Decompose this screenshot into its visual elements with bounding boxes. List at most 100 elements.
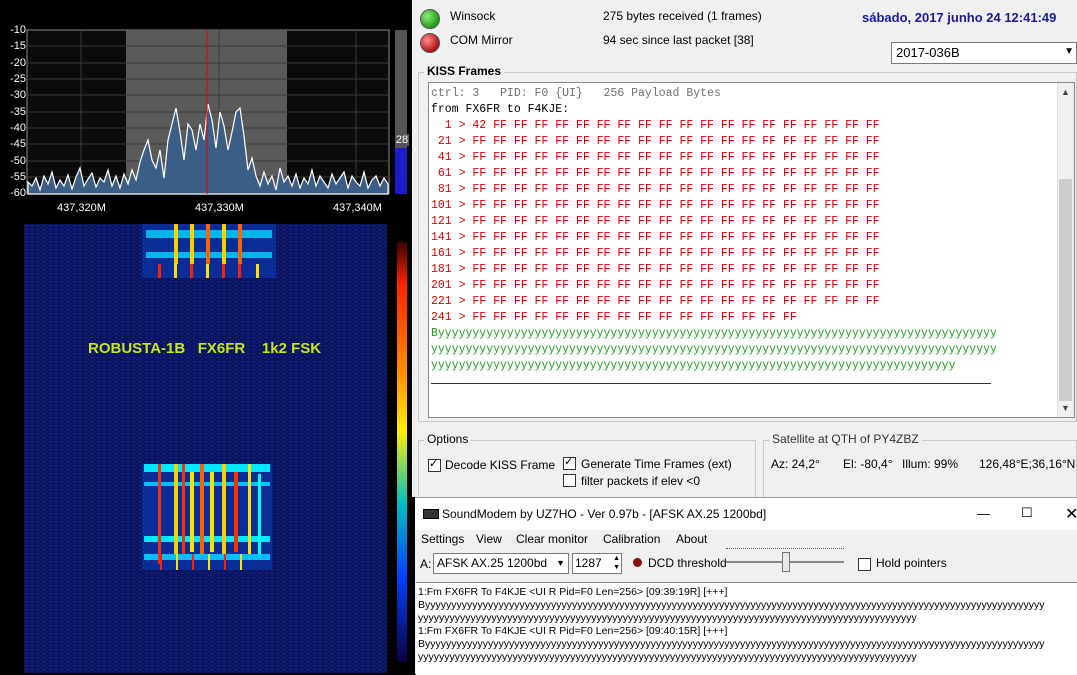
monitor-log[interactable]: 1:Fm FX6FR To F4KJE <UI R Pid=F0 Len=256…	[416, 582, 1077, 675]
modem-select-value: AFSK AX.25 1200bd	[437, 556, 548, 570]
hex-row: 121 > FF FF FF FF FF FF FF FF FF FF FF F…	[431, 215, 880, 228]
hex-row: 161 > FF FF FF FF FF FF FF FF FF FF FF F…	[431, 247, 880, 260]
dcd-indicator-icon	[633, 558, 642, 567]
hex-row: 141 > FF FF FF FF FF FF FF FF FF FF FF F…	[431, 231, 880, 244]
menu-view[interactable]: View	[476, 532, 502, 546]
channel-label: A:	[420, 557, 432, 571]
com-mirror-label: COM Mirror	[450, 33, 513, 47]
log-line: Byyyyyyyyyyyyyyyyyyyyyyyyyyyyyyyyyyyyyyy…	[418, 599, 1045, 611]
kiss-frames-title: KISS Frames	[424, 64, 505, 78]
hold-pointers-label: Hold pointers	[876, 556, 947, 570]
filter-packets-checkbox[interactable]	[563, 474, 576, 487]
frequency-value: 1287	[575, 556, 602, 570]
hex-row: 21 > FF FF FF FF FF FF FF FF FF FF FF FF…	[431, 135, 880, 148]
hex-row: 201 > FF FF FF FF FF FF FF FF FF FF FF F…	[431, 279, 880, 292]
x-tick-label: 437,320M	[57, 202, 106, 214]
scroll-down-icon[interactable]: ▼	[1061, 403, 1070, 413]
coordinates-value: 126,48°E;36,16°N	[979, 457, 1076, 471]
hex-row: 61 > FF FF FF FF FF FF FF FF FF FF FF FF…	[431, 167, 880, 180]
winsock-status-led	[420, 9, 440, 29]
hex-row: 81 > FF FF FF FF FF FF FF FF FF FF FF FF…	[431, 183, 880, 196]
hex-row: 221 > FF FF FF FF FF FF FF FF FF FF FF F…	[431, 295, 880, 308]
y-tick: -30	[10, 89, 26, 101]
azimuth-value: Az: 24,2°	[771, 457, 820, 471]
color-scale-bar	[397, 242, 407, 662]
slider-thumb[interactable]	[782, 552, 790, 572]
minimize-icon[interactable]: —	[977, 506, 990, 521]
signal-level-bar	[395, 30, 407, 194]
com-mirror-info: 94 sec since last packet [38]	[603, 33, 754, 47]
hex-row: 1 > 42 FF FF FF FF FF FF FF FF FF FF FF …	[431, 119, 880, 132]
x-tick-label: 437,340M	[333, 202, 382, 214]
filter-packets-label: filter packets if elev <0	[581, 474, 701, 488]
y-tick: -60	[10, 187, 26, 199]
elevation-value: El: -80,4°	[843, 457, 893, 471]
frequency-spinbox[interactable]: 1287 ▲ ▼	[572, 553, 622, 574]
signal-burst-top	[142, 224, 276, 278]
menu-settings[interactable]: Settings	[421, 532, 464, 546]
com-mirror-status-led	[420, 33, 440, 53]
y-tick: -50	[10, 155, 26, 167]
log-line: 1:Fm FX6FR To F4KJE <UI R Pid=F0 Len=256…	[418, 586, 728, 598]
y-tick: -10	[10, 24, 26, 36]
log-line: 1:Fm FX6FR To F4KJE <UI R Pid=F0 Len=256…	[418, 625, 728, 637]
dcd-threshold-slider[interactable]	[726, 548, 844, 576]
y-tick: -20	[10, 57, 26, 69]
scroll-thumb[interactable]	[1059, 179, 1072, 401]
soundmodem-window: SoundModem by UZ7HO - Ver 0.97b - [AFSK …	[415, 497, 1077, 675]
spin-arrows-icon[interactable]: ▲ ▼	[613, 554, 620, 572]
ascii-row: yyyyyyyyyyyyyyyyyyyyyyyyyyyyyyyyyyyyyyyy…	[431, 343, 997, 356]
soundmodem-titlebar: SoundModem by UZ7HO - Ver 0.97b - [AFSK …	[415, 498, 1077, 530]
kiss-header-line: ctrl: 3 PID: F0 {UI} 256 Payload Bytes	[431, 87, 721, 100]
app-icon	[423, 509, 439, 519]
y-tick: -15	[10, 40, 26, 52]
hex-row: 41 > FF FF FF FF FF FF FF FF FF FF FF FF…	[431, 151, 880, 164]
chevron-down-icon[interactable]: ▼	[556, 558, 565, 568]
waterfall-image	[24, 224, 387, 673]
satellite-select-value: 2017-036B	[896, 45, 960, 60]
signal-level-fill	[395, 148, 407, 194]
kiss-scrollbar[interactable]: ▲ ▼	[1057, 83, 1074, 417]
satellite-select[interactable]: 2017-036B ▼	[891, 42, 1077, 64]
scroll-up-icon[interactable]: ▲	[1061, 87, 1070, 97]
close-icon[interactable]: ✕	[1065, 504, 1077, 524]
log-line: Byyyyyyyyyyyyyyyyyyyyyyyyyyyyyyyyyyyyyyy…	[418, 638, 1045, 650]
spectrum-graph	[26, 29, 390, 195]
signal-burst-main	[142, 464, 272, 570]
menu-clear-monitor[interactable]: Clear monitor	[516, 532, 588, 546]
date-time-display: sábado, 2017 junho 24 12:41:49	[862, 10, 1057, 25]
chevron-down-icon[interactable]: ▼	[1064, 46, 1074, 57]
hex-row: 181 > FF FF FF FF FF FF FF FF FF FF FF F…	[431, 263, 880, 276]
y-tick: -35	[10, 106, 26, 118]
generate-time-frames-checkbox[interactable]	[563, 455, 576, 470]
illumination-value: Illum: 99%	[902, 457, 959, 471]
hex-row: 101 > FF FF FF FF FF FF FF FF FF FF FF F…	[431, 199, 880, 212]
menu-about[interactable]: About	[676, 532, 707, 546]
hold-pointers-checkbox[interactable]	[858, 558, 871, 571]
options-title: Options	[424, 432, 472, 446]
y-tick: -25	[10, 73, 26, 85]
decode-kiss-label: Decode KISS Frame	[445, 458, 556, 472]
satellite-title: Satellite at QTH of PY4ZBZ	[769, 432, 922, 446]
window-title: SoundModem by UZ7HO - Ver 0.97b - [AFSK …	[442, 507, 767, 521]
generate-time-frames-label: Generate Time Frames (ext)	[581, 457, 732, 471]
winsock-info: 275 bytes received (1 frames)	[603, 9, 762, 23]
log-line: yyyyyyyyyyyyyyyyyyyyyyyyyyyyyyyyyyyyyyyy…	[418, 651, 917, 663]
dcd-threshold-label: DCD threshold	[648, 556, 727, 570]
y-tick: -45	[10, 138, 26, 150]
y-tick: -40	[10, 122, 26, 134]
signal-level-value: 28	[395, 134, 409, 146]
maximize-icon[interactable]: ☐	[1021, 505, 1033, 521]
kiss-frames-textbox[interactable]: ctrl: 3 PID: F0 {UI} 256 Payload Bytes f…	[428, 82, 1075, 418]
ascii-row: yyyyyyyyyyyyyyyyyyyyyyyyyyyyyyyyyyyyyyyy…	[431, 359, 956, 372]
y-tick: -55	[10, 171, 26, 183]
decode-kiss-checkbox[interactable]	[428, 457, 441, 472]
modem-select[interactable]: AFSK AX.25 1200bd ▼	[433, 553, 569, 574]
hex-row: 241 > FF FF FF FF FF FF FF FF FF FF FF F…	[431, 311, 797, 324]
waterfall-label: ROBUSTA-1B FX6FR 1k2 FSK	[88, 340, 322, 357]
log-line: yyyyyyyyyyyyyyyyyyyyyyyyyyyyyyyyyyyyyyyy…	[418, 612, 917, 624]
x-tick-label: 437,330M	[195, 202, 244, 214]
menu-calibration[interactable]: Calibration	[603, 532, 660, 546]
ascii-row: Byyyyyyyyyyyyyyyyyyyyyyyyyyyyyyyyyyyyyyy…	[431, 327, 997, 340]
frame-separator	[431, 383, 991, 384]
